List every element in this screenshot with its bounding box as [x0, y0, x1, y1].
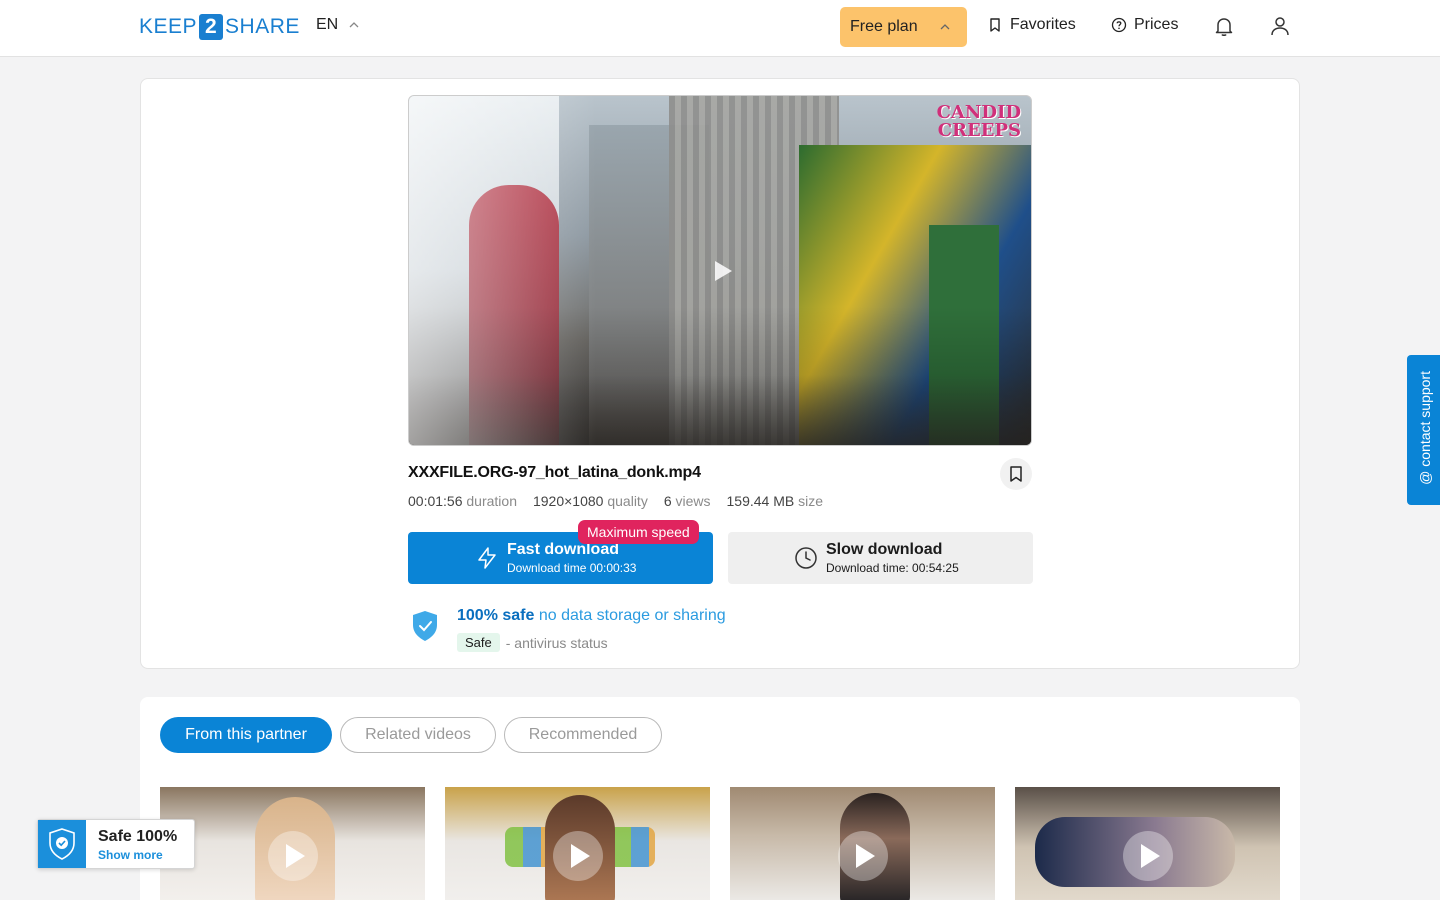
logo-text-mid: 2	[199, 14, 224, 40]
lightning-icon	[478, 547, 496, 569]
chevron-up-icon	[349, 22, 359, 28]
safe-status-pill: Safe	[457, 633, 500, 652]
antivirus-status: Safe - antivirus status	[457, 633, 608, 652]
favorites-label: Favorites	[1010, 16, 1076, 33]
safe-widget-title: Safe 100%	[98, 828, 178, 845]
thumbnail-play-button[interactable]	[268, 831, 318, 881]
tab-recommended[interactable]: Recommended	[504, 717, 662, 753]
help-circle-icon	[1111, 17, 1127, 33]
safety-headline: 100% safe no data storage or sharing	[457, 607, 726, 625]
thumbnail-play-button[interactable]	[1123, 831, 1173, 881]
slow-download-title: Slow download	[826, 541, 943, 558]
play-icon	[286, 844, 305, 868]
prices-label: Prices	[1134, 16, 1179, 33]
file-name: XXXFILE.ORG-97_hot_latina_donk.mp4	[408, 464, 701, 481]
bookmark-button[interactable]	[1000, 458, 1032, 490]
play-icon	[1141, 844, 1160, 868]
video-thumbnail[interactable]	[160, 787, 425, 900]
tab-from-this-partner[interactable]: From this partner	[160, 717, 332, 753]
meta-size: 159.44 MB size	[726, 493, 824, 509]
meta-views: 6 views	[663, 493, 711, 509]
meta-duration: 00:01:56 duration	[408, 493, 517, 509]
shield-check-icon	[49, 828, 75, 860]
slow-download-time: Download time: 00:54:25	[826, 561, 959, 575]
user-icon[interactable]	[1268, 14, 1292, 38]
thumbnail-play-button[interactable]	[553, 831, 603, 881]
antivirus-status-text: - antivirus status	[505, 634, 608, 651]
safe-widget-icon-box	[38, 820, 86, 868]
safety-headline-strong: 100% safe	[457, 607, 535, 624]
slow-download-button[interactable]: Slow download Download time: 00:54:25	[728, 532, 1033, 584]
language-selector[interactable]: EN	[316, 16, 360, 34]
video-thumbnail[interactable]	[730, 787, 995, 900]
prices-link[interactable]: Prices	[1111, 16, 1178, 34]
bell-icon[interactable]	[1212, 14, 1236, 38]
site-logo[interactable]: KEEP 2 SHARE	[139, 14, 300, 40]
plan-label: Free plan	[850, 18, 918, 35]
related-section: From this partner Related videos Recomme…	[140, 697, 1300, 900]
watermark: CANDID CREEPS	[937, 104, 1021, 140]
bookmark-icon	[1010, 466, 1022, 482]
play-icon	[856, 844, 875, 868]
chevron-up-icon	[940, 24, 950, 30]
file-meta: 00:01:56 duration 1920×1080 quality 6 vi…	[408, 493, 823, 509]
fast-download-time: Download time 00:00:33	[507, 561, 637, 575]
favorites-link[interactable]: Favorites	[987, 16, 1076, 34]
file-card: CANDID CREEPS XXXFILE.ORG-97_hot_latina_…	[140, 78, 1300, 669]
shield-check-icon	[413, 611, 437, 641]
safe-widget[interactable]: Safe 100% Show more	[37, 819, 195, 869]
video-thumbnail[interactable]	[445, 787, 710, 900]
meta-quality: 1920×1080 quality	[532, 493, 648, 509]
safety-headline-rest: no data storage or sharing	[538, 607, 726, 624]
show-more-link[interactable]: Show more	[98, 848, 163, 862]
play-icon	[571, 844, 590, 868]
language-label: EN	[316, 16, 339, 33]
free-plan-button[interactable]: Free plan	[840, 7, 967, 47]
watermark-line2: CREEPS	[937, 120, 1021, 141]
thumbnail-play-button[interactable]	[838, 831, 888, 881]
tab-related-videos[interactable]: Related videos	[340, 717, 496, 753]
clock-icon	[795, 547, 817, 569]
play-icon[interactable]	[713, 260, 733, 282]
maximum-speed-badge: Maximum speed	[578, 520, 699, 544]
contact-support-label: @ contact support	[1417, 371, 1433, 485]
contact-support-tab[interactable]: @ contact support	[1407, 355, 1440, 505]
top-header: KEEP 2 SHARE EN Free plan Favorites Prices	[0, 0, 1440, 57]
logo-text-right: SHARE	[225, 15, 300, 38]
video-preview[interactable]: CANDID CREEPS	[408, 95, 1032, 446]
video-thumbnail[interactable]	[1015, 787, 1280, 900]
bookmark-icon	[990, 18, 1000, 32]
at-sign-icon: @	[1417, 466, 1433, 485]
logo-text-left: KEEP	[139, 15, 198, 38]
